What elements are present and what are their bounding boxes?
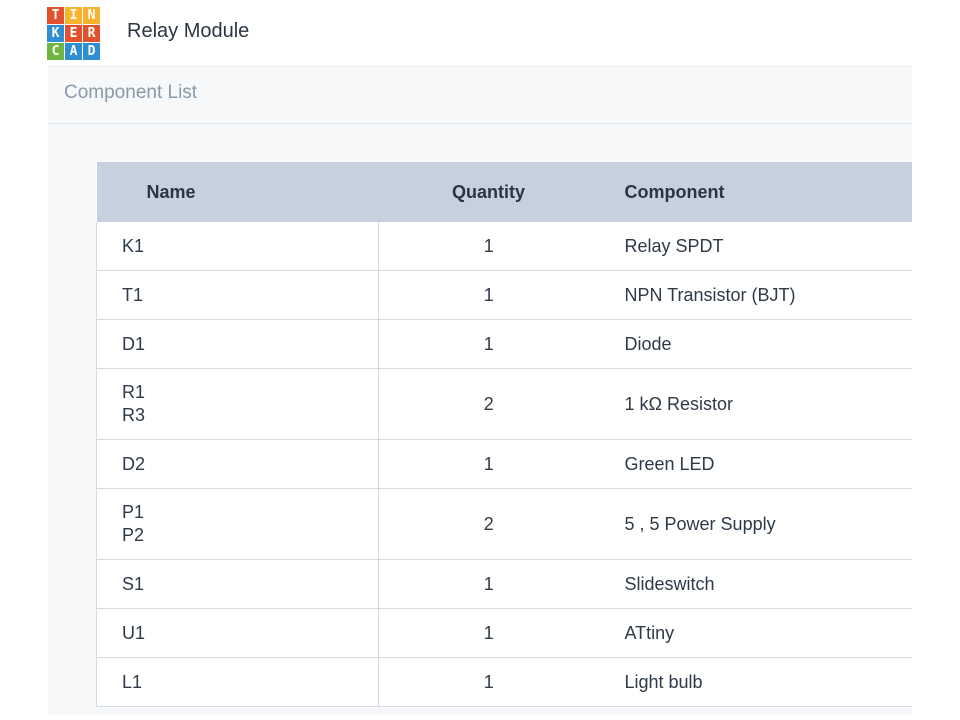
table-row[interactable]: D2 1 Green LED: [96, 439, 912, 489]
cell-component: NPN Transistor (BJT): [598, 270, 912, 320]
cell-quantity: 1: [378, 222, 599, 271]
table-row[interactable]: L1 1 Light bulb: [96, 657, 912, 707]
column-header-component[interactable]: Component: [598, 162, 912, 222]
column-header-name[interactable]: Name: [96, 162, 379, 222]
cell-quantity: 1: [378, 439, 599, 489]
main-content: Name Quantity Component K1 1 Relay SPDT …: [48, 124, 912, 715]
logo-letter: N: [83, 7, 100, 24]
component-designator: D1: [122, 333, 146, 354]
logo-letter: K: [47, 25, 64, 42]
cell-component: ATtiny: [598, 608, 912, 658]
component-designator: D2: [122, 453, 146, 474]
logo-letter: R: [83, 25, 100, 42]
cell-quantity: 1: [378, 319, 599, 369]
cell-name: U1: [96, 608, 379, 658]
cell-component: Relay SPDT: [598, 222, 912, 271]
component-table: Name Quantity Component K1 1 Relay SPDT …: [96, 162, 912, 707]
table-row[interactable]: P1 P2 2 5 , 5 Power Supply: [96, 488, 912, 560]
component-designator: R3: [122, 405, 146, 425]
table-row[interactable]: U1 1 ATtiny: [96, 608, 912, 658]
cell-quantity: 2: [378, 488, 599, 560]
logo-letter: C: [47, 43, 64, 60]
logo-letter: T: [47, 7, 64, 24]
cell-component: 1 kΩ Resistor: [598, 368, 912, 440]
component-designator: R1: [122, 382, 146, 402]
cell-name: T1: [96, 270, 379, 320]
cell-component: Green LED: [598, 439, 912, 489]
table-row[interactable]: D1 1 Diode: [96, 319, 912, 369]
logo-letter: I: [65, 7, 82, 24]
table-row[interactable]: R1 R3 2 1 kΩ Resistor: [96, 368, 912, 440]
cell-name: P1 P2: [96, 488, 379, 560]
table-row[interactable]: T1 1 NPN Transistor (BJT): [96, 270, 912, 320]
column-header-component-label: Component: [624, 181, 725, 202]
column-header-name-label: Name: [146, 181, 196, 202]
cell-component: Light bulb: [598, 657, 912, 707]
component-designator: U1: [122, 622, 146, 643]
app-header: T I N K E R C A D Relay Module: [0, 0, 912, 66]
logo-letter: E: [65, 25, 82, 42]
cell-name: L1: [96, 657, 379, 707]
cell-component: 5 , 5 Power Supply: [598, 488, 912, 560]
cell-quantity: 1: [378, 270, 599, 320]
cell-quantity: 1: [378, 559, 599, 609]
column-header-quantity[interactable]: Quantity: [378, 162, 599, 222]
cell-component: Slideswitch: [598, 559, 912, 609]
component-designator: S1: [122, 573, 145, 594]
cell-quantity: 1: [378, 657, 599, 707]
cell-name: D1: [96, 319, 379, 369]
cell-name: R1 R3: [96, 368, 379, 440]
logo-letter: A: [65, 43, 82, 60]
section-header: Component List: [48, 66, 912, 124]
section-title: Component List: [64, 82, 198, 103]
table-header-row: Name Quantity Component: [96, 162, 912, 222]
page-title: Relay Module: [127, 20, 250, 42]
logo-letter: D: [83, 43, 100, 60]
tinkercad-logo-icon[interactable]: T I N K E R C A D: [47, 7, 100, 60]
table-row[interactable]: S1 1 Slideswitch: [96, 559, 912, 609]
component-designator: P2: [122, 525, 145, 545]
cell-quantity: 1: [378, 608, 599, 658]
component-designator: L1: [122, 671, 143, 692]
cell-name: K1: [96, 222, 379, 271]
component-designator: T1: [122, 284, 144, 305]
cell-quantity: 2: [378, 368, 599, 440]
cell-name: S1: [96, 559, 379, 609]
table-row[interactable]: K1 1 Relay SPDT: [96, 222, 912, 271]
component-designator: K1: [122, 235, 145, 256]
component-designator: P1: [122, 502, 145, 522]
column-header-quantity-label: Quantity: [451, 181, 525, 202]
cell-component: Diode: [598, 319, 912, 369]
cell-name: D2: [96, 439, 379, 489]
